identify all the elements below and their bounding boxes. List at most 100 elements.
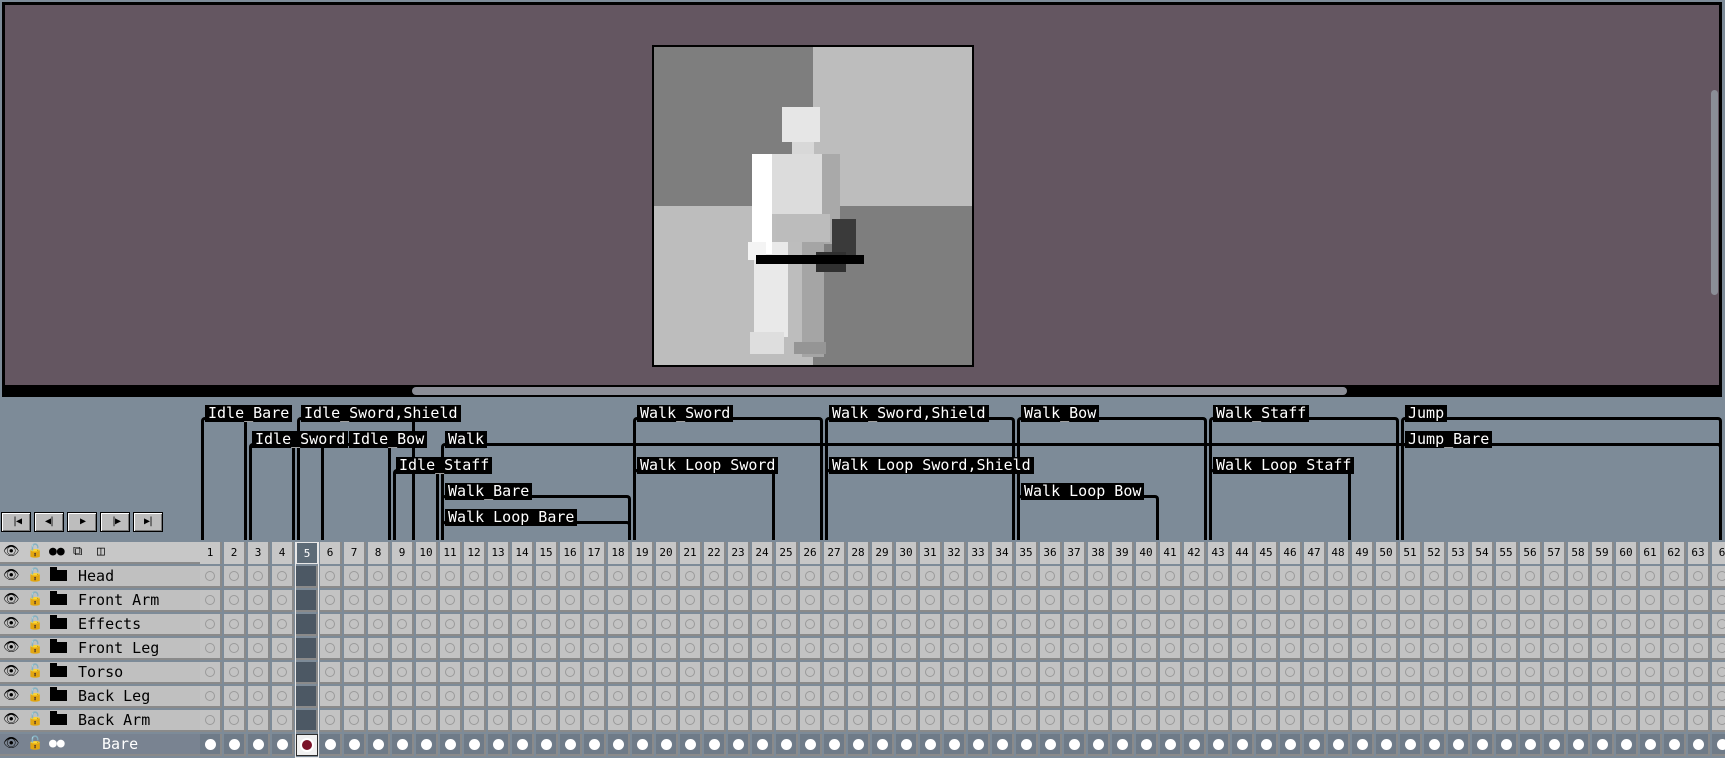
cel[interactable] [920,614,942,636]
cel[interactable] [1088,734,1110,756]
cel[interactable] [728,710,750,732]
cel[interactable] [800,590,822,612]
cel[interactable] [704,710,726,732]
cel[interactable] [824,710,846,732]
cel[interactable] [1400,710,1422,732]
cel[interactable] [1544,686,1566,708]
cel[interactable] [752,638,774,660]
cel[interactable] [1208,590,1230,612]
cel[interactable] [1064,638,1086,660]
cel[interactable] [440,710,462,732]
cel[interactable] [1016,614,1038,636]
cel[interactable] [1472,734,1494,756]
cel[interactable] [1376,614,1398,636]
cel[interactable] [776,710,798,732]
cel[interactable] [824,686,846,708]
cel[interactable] [1352,614,1374,636]
cel[interactable] [1448,662,1470,684]
cel[interactable] [1592,590,1614,612]
cel[interactable] [1280,686,1302,708]
tag-bracket[interactable] [633,469,775,540]
cel[interactable] [1544,614,1566,636]
cel[interactable] [656,662,678,684]
cel[interactable] [968,734,990,756]
frame-number[interactable]: 17 [584,542,606,564]
cel[interactable] [296,590,318,612]
cel[interactable] [296,638,318,660]
cel[interactable] [488,614,510,636]
cel[interactable] [1064,686,1086,708]
cel[interactable] [272,686,294,708]
cel[interactable] [1448,638,1470,660]
cel[interactable] [1376,686,1398,708]
cel[interactable] [1112,662,1134,684]
cel[interactable] [512,662,534,684]
cel[interactable] [1664,710,1686,732]
cel[interactable] [896,686,918,708]
cel[interactable] [1232,614,1254,636]
frame-number[interactable]: 52 [1424,542,1446,564]
cel[interactable] [920,566,942,588]
cel[interactable] [1688,614,1710,636]
cel[interactable] [1664,638,1686,660]
cel[interactable] [1640,638,1662,660]
cel[interactable] [1496,662,1518,684]
cel[interactable] [1088,590,1110,612]
cel[interactable] [848,734,870,756]
cel[interactable] [584,590,606,612]
cel[interactable] [1280,662,1302,684]
frame-number[interactable]: 36 [1040,542,1062,564]
cel[interactable] [656,734,678,756]
cel[interactable] [608,686,630,708]
frame-number[interactable]: 53 [1448,542,1470,564]
cel[interactable] [1352,662,1374,684]
cel[interactable] [392,710,414,732]
cel[interactable] [1328,590,1350,612]
cel[interactable] [1328,638,1350,660]
tag-label[interactable]: Walk_Sword,Shield [829,405,989,422]
cel[interactable] [1544,590,1566,612]
cel[interactable] [344,590,366,612]
cel[interactable] [992,590,1014,612]
cel[interactable] [1256,566,1278,588]
cel[interactable] [1472,614,1494,636]
eye-icon[interactable]: 👁 [3,568,20,584]
cel[interactable] [1400,614,1422,636]
tag-bracket[interactable] [1209,469,1351,540]
cel[interactable] [1664,662,1686,684]
cel[interactable] [752,566,774,588]
cel[interactable] [368,614,390,636]
cel[interactable] [368,590,390,612]
cel[interactable] [704,662,726,684]
cel[interactable] [1544,638,1566,660]
tag-bracket[interactable] [321,443,391,540]
cel[interactable] [896,710,918,732]
cel[interactable] [1184,566,1206,588]
cel[interactable] [320,566,342,588]
frame-number[interactable]: 42 [1184,542,1206,564]
frame-number[interactable]: 10 [416,542,438,564]
cel[interactable] [800,686,822,708]
cel[interactable] [272,662,294,684]
cel[interactable] [1424,566,1446,588]
cel[interactable] [1352,734,1374,756]
cel[interactable] [1472,566,1494,588]
cel[interactable] [1544,710,1566,732]
frame-number[interactable]: 14 [512,542,534,564]
frame-number[interactable]: 30 [896,542,918,564]
cel[interactable] [296,662,318,684]
cel[interactable] [1040,662,1062,684]
cel[interactable] [968,614,990,636]
cel[interactable] [416,590,438,612]
tag-label[interactable]: Walk_Bare [445,483,533,500]
cel[interactable] [1328,566,1350,588]
cel[interactable] [368,734,390,756]
cel[interactable] [944,710,966,732]
cel[interactable] [536,614,558,636]
cel[interactable] [824,566,846,588]
tag-label[interactable]: Idle_Sword,Shield [301,405,461,422]
folder-icon[interactable] [50,663,67,677]
cel[interactable] [536,662,558,684]
cel[interactable] [1664,614,1686,636]
cel[interactable] [200,614,222,636]
